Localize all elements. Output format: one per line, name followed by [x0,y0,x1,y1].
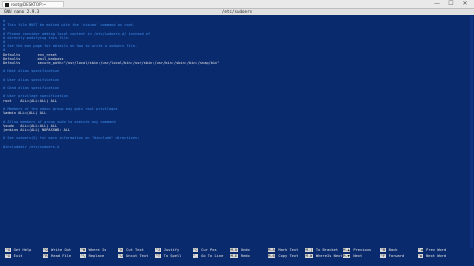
shortcut-key: ^▶ [417,254,424,258]
shortcut-item[interactable]: M-W WhereIs Next [305,254,343,259]
shortcut-item[interactable]: ^C Cur Pos [192,248,217,253]
shortcut-label: Mark Text [278,248,299,252]
shortcut-label: Next Word [426,254,447,258]
shortcut-item[interactable]: ^O Write Out [42,248,72,253]
shortcut-item[interactable]: M-6 Copy Text [267,254,299,259]
shortcut-key: M-▼ [342,254,351,258]
shortcut-key: ^B [380,248,386,252]
shortcut-key: M-E [230,254,238,258]
shortcut-item[interactable]: M-▼ Next [342,254,363,259]
shortcut-label: Copy Text [278,254,299,258]
line-text: jenkins ALL=(ALL) NOPASSWD: ALL [3,127,71,132]
shortcut-key: ^_ [192,254,199,258]
line-text: Defaults secure_path="/usr/local/sbin:/u… [3,60,220,65]
shortcut-label: Previous [353,248,372,252]
shortcut-label: To Spell [163,254,182,258]
line-text: %admin ALL=(ALL) ALL [3,111,47,116]
shortcut-key: M-] [305,248,313,252]
shortcut-key: ^X [5,254,11,258]
line-text: # Host alias specification [3,69,60,74]
close-icon[interactable]: ✕ [458,0,472,8]
shortcut-item[interactable]: ^U Uncut Text [117,254,149,259]
shortcut-label: Next [353,254,363,258]
line-text: # Cmnd alias specification [3,86,60,90]
shortcut-item[interactable]: ^W Where Is [80,248,106,253]
shortcut-key: ^U [117,254,124,258]
shortcut-item[interactable]: M-▲ Previous [342,248,372,253]
shortcut-label: Justify [163,248,180,252]
terminal-icon [5,2,9,7]
shortcut-label: Exit [13,254,23,258]
shortcut-key: ^W [80,248,86,252]
shortcut-item[interactable]: ^◀ Prev Word [417,248,447,253]
shortcut-label: Replace [88,254,105,258]
shortcut-bar: ^G Get Help ^O Write Out ^W Where Is ^K Cut Tex… [0,244,474,262]
line-text: #includedir /etc/sudoers.d [3,144,60,149]
shortcut-label: Forward [388,254,405,258]
shortcut-item[interactable]: ^\ Replace [80,254,104,259]
shortcut-label: Prev Word [426,248,447,252]
shortcut-item[interactable]: ^▶ Next Word [417,254,447,259]
shortcut-key: ^C [192,248,199,252]
terminal-tab-label: root@DESKTOP:~ [11,2,47,7]
shortcut-key: ^T [155,254,161,258]
shortcut-item[interactable]: ^T To Spell [155,254,181,259]
shortcut-key: ^J [155,248,161,252]
shortcut-item[interactable]: ^B Back [380,248,398,253]
shortcut-key: ^F [380,254,386,258]
shortcut-label: To Bracket [315,248,339,252]
terminal-tab[interactable]: root@DESKTOP:~ [2,1,64,7]
line-text: # User alias specification [3,77,60,82]
window-controls: — ☐ ✕ [430,0,472,8]
scrollbar[interactable] [470,16,473,248]
shortcut-item[interactable]: ^R Read File [42,254,72,259]
maximize-icon[interactable]: ☐ [444,0,458,8]
shortcut-label: WhereIs Next [315,254,343,258]
shortcut-item[interactable]: M-U Undo [230,248,250,253]
editor-text-area[interactable]: # # This file MUST be edited with the 'vi… [3,19,443,149]
shortcut-key: M-6 [267,254,276,258]
shortcut-label: Write Out [51,248,72,252]
shortcut-key: M-U [230,248,238,252]
shortcut-label: Undo [240,248,250,252]
line-text: root ALL=(ALL:ALL) ALL [3,98,58,103]
shortcut-label: Redo [240,254,250,258]
shortcut-key: ^G [5,248,11,252]
nano-filename: /etc/sudoers [221,9,253,14]
shortcut-key: M-W [305,254,313,258]
shortcut-item[interactable]: ^J Justify [155,248,179,253]
shortcut-item[interactable]: ^X Exit [5,254,23,259]
shortcut-label: Uncut Text [126,254,149,258]
line-text: # This file MUST be edited with the 'vis… [3,23,135,28]
minimize-icon[interactable]: — [430,0,444,8]
shortcut-label: Where Is [88,248,107,252]
shortcut-label: Back [388,248,398,252]
shortcut-item[interactable]: M-A Mark Text [267,248,299,253]
shortcut-item[interactable]: ^K Cut Text [117,248,144,253]
shortcut-label: Cut Text [126,248,144,252]
shortcut-key: ^\ [80,254,86,258]
shortcut-label: Get Help [13,248,32,252]
line-text: # directly modifying this file. [3,35,71,40]
shortcut-key: ^O [42,248,49,252]
shortcut-item[interactable]: M-] To Bracket [305,248,338,253]
shortcut-key: ^R [42,254,49,258]
shortcut-label: Read File [51,254,72,258]
shortcut-key: M-A [267,248,276,252]
shortcut-label: Go To Line [201,254,224,258]
shortcut-key: ^◀ [417,248,424,252]
shortcut-label: Cur Pos [201,248,217,252]
comment-line: #includedir /etc/sudoers.d [3,145,443,149]
line-text: # See the man page for details on how to… [3,44,138,49]
line-text: # See sudoers(5) for more information on… [3,136,140,141]
shortcut-item[interactable]: ^F Forward [380,254,404,259]
shortcut-item[interactable]: M-E Redo [230,254,250,259]
shortcut-item[interactable]: ^G Get Help [5,248,31,253]
shortcut-key: ^K [117,248,124,252]
nano-header: GNU nano 2.9.3 /etc/sudoers [0,9,474,15]
window-titlebar: root@DESKTOP:~ — ☐ ✕ [0,0,474,9]
shortcut-key: M-▲ [342,248,351,252]
shortcut-item[interactable]: ^_ Go To Line [192,254,224,259]
